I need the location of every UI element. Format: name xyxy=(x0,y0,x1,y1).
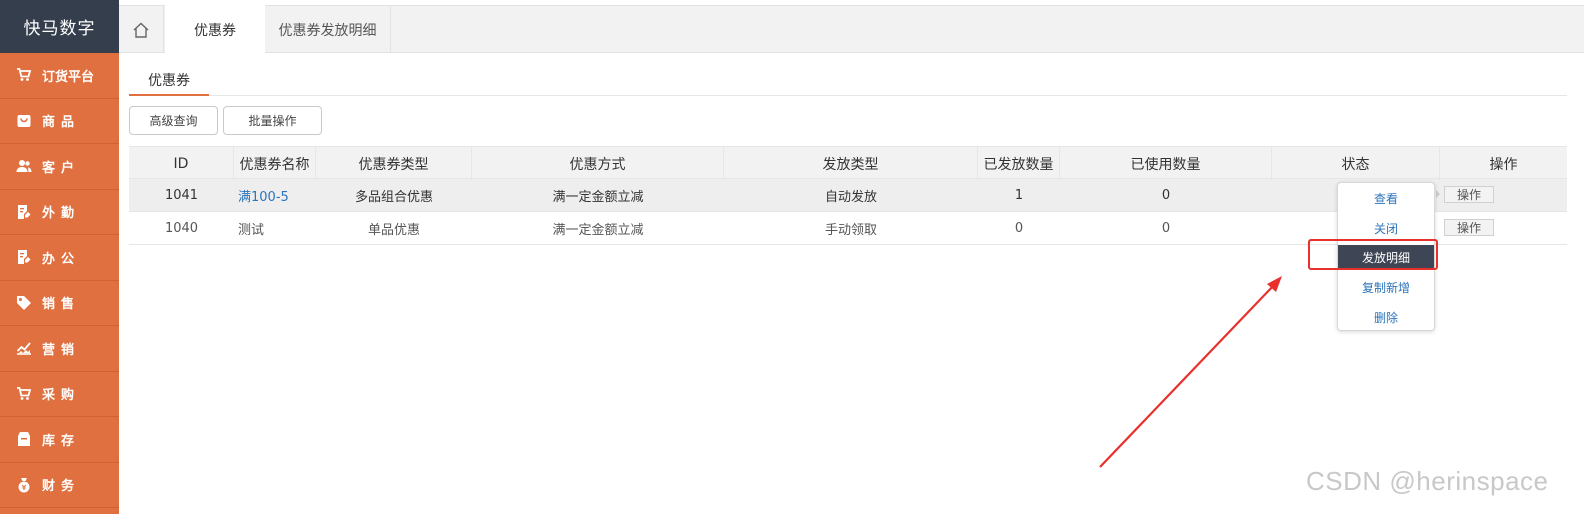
home-tab[interactable] xyxy=(119,6,164,53)
sidebar-item-field-work[interactable]: 外勤 xyxy=(0,190,119,235)
money-bag-icon xyxy=(16,477,32,493)
sidebar-item-label: 营销 xyxy=(42,342,81,358)
sidebar-item-finance[interactable]: 财务 xyxy=(0,463,119,508)
header-status: 状态 xyxy=(1272,147,1440,180)
sidebar-item-sales[interactable]: 销售 xyxy=(0,281,119,326)
header-used: 已使用数量 xyxy=(1060,147,1272,180)
sidebar-item-label: 销售 xyxy=(42,297,81,313)
brand-logo: 快马数字 xyxy=(0,0,119,53)
advanced-query-button[interactable]: 高级查询 xyxy=(129,106,218,135)
header-id: ID xyxy=(129,147,234,180)
menu-item-view[interactable]: 查看 xyxy=(1338,186,1434,210)
clipboard-icon xyxy=(16,204,32,220)
menu-item-delete[interactable]: 删除 xyxy=(1338,305,1434,329)
header-actions: 操作 xyxy=(1489,156,1518,173)
box-icon xyxy=(16,431,32,447)
sidebar-item-label: 客户 xyxy=(42,160,81,176)
header-issue-type: 发放类型 xyxy=(724,147,978,180)
cell-used: 0 xyxy=(1161,221,1171,236)
sidebar-item-goods[interactable]: 商品 xyxy=(0,99,119,144)
sub-tab-bar: 优惠券 xyxy=(129,65,1567,96)
trend-icon xyxy=(16,340,32,356)
menu-item-close[interactable]: 关闭 xyxy=(1338,216,1434,240)
cell-method: 满一定金额立减 xyxy=(552,223,644,238)
coupon-name-link[interactable]: 测试 xyxy=(234,212,316,245)
clipboard-icon xyxy=(16,249,32,265)
sidebar-item-inventory[interactable]: 库存 xyxy=(0,417,119,463)
menu-item-copy-new[interactable]: 复制新增 xyxy=(1338,275,1434,299)
header-type: 优惠券类型 xyxy=(316,147,472,180)
menu-item-issue-details[interactable]: 发放明细 xyxy=(1338,245,1434,269)
cart-icon xyxy=(16,386,32,402)
cell-issue-type: 自动发放 xyxy=(824,190,877,205)
tag-icon xyxy=(16,295,32,311)
sidebar-item-customers[interactable]: 客户 xyxy=(0,144,119,190)
tab-coupons[interactable]: 优惠券 xyxy=(165,5,265,54)
bag-icon xyxy=(16,113,32,129)
cell-type: 单品优惠 xyxy=(367,223,420,238)
sidebar-item-label: 库存 xyxy=(42,433,81,449)
dropdown-caret-icon xyxy=(1436,190,1440,198)
row-actions-dropdown: 查看 关闭 发放明细 复制新增 删除 xyxy=(1337,182,1435,331)
watermark: CSDN @herinspace xyxy=(1306,466,1549,496)
coupon-name-link[interactable]: 满100-5 xyxy=(234,179,316,212)
header-method: 优惠方式 xyxy=(472,147,724,180)
sidebar-item-order-platform[interactable]: 订货平台 xyxy=(0,53,119,99)
cart-icon xyxy=(16,67,32,83)
row-actions-button[interactable]: 操作 xyxy=(1444,186,1494,203)
app-root: 快马数字 订货平台 商品 客户 外勤 办公 销售 营销 采购 库存 财务 优惠券… xyxy=(0,0,1584,514)
tab-coupon-issue-details[interactable]: 优惠券发放明细 xyxy=(265,6,391,53)
sidebar-item-office[interactable]: 办公 xyxy=(0,235,119,281)
sidebar-item-label: 外勤 xyxy=(42,206,81,222)
cell-issue-type: 手动领取 xyxy=(824,223,877,238)
cell-id: 1040 xyxy=(164,221,199,236)
home-icon xyxy=(133,22,149,38)
sidebar-item-marketing[interactable]: 营销 xyxy=(0,326,119,372)
header-name: 优惠券名称 xyxy=(234,147,316,180)
sidebar-item-label: 办公 xyxy=(42,251,81,267)
sidebar-item-label: 采购 xyxy=(42,388,81,404)
cell-method: 满一定金额立减 xyxy=(552,190,644,205)
sidebar-item-label: 财务 xyxy=(42,479,81,495)
subtab-coupons[interactable]: 优惠券 xyxy=(129,65,209,96)
cell-id: 1041 xyxy=(164,188,199,203)
cell-issued: 0 xyxy=(1014,221,1024,236)
table-header: ID 优惠券名称 优惠券类型 优惠方式 发放类型 已发放数量 已使用数量 状态 … xyxy=(129,146,1567,180)
cell-issued: 1 xyxy=(1014,188,1024,203)
batch-operations-button[interactable]: 批量操作 xyxy=(223,106,322,135)
sidebar-item-label: 订货平台 xyxy=(42,69,95,85)
row-actions-button[interactable]: 操作 xyxy=(1444,219,1494,236)
cell-used: 0 xyxy=(1161,188,1171,203)
header-issued: 已发放数量 xyxy=(978,147,1060,180)
sidebar-item-label: 商品 xyxy=(42,115,81,131)
sidebar-item-purchase[interactable]: 采购 xyxy=(0,372,119,417)
top-tab-bar: 优惠券 优惠券发放明细 xyxy=(119,5,1584,54)
users-icon xyxy=(16,158,32,174)
sidebar: 快马数字 订货平台 商品 客户 外勤 办公 销售 营销 采购 库存 财务 xyxy=(0,0,119,514)
annotation-arrow-icon xyxy=(1099,276,1282,468)
cell-type: 多品组合优惠 xyxy=(354,190,433,205)
sidebar-nav: 订货平台 商品 客户 外勤 办公 销售 营销 采购 库存 财务 xyxy=(0,53,119,508)
